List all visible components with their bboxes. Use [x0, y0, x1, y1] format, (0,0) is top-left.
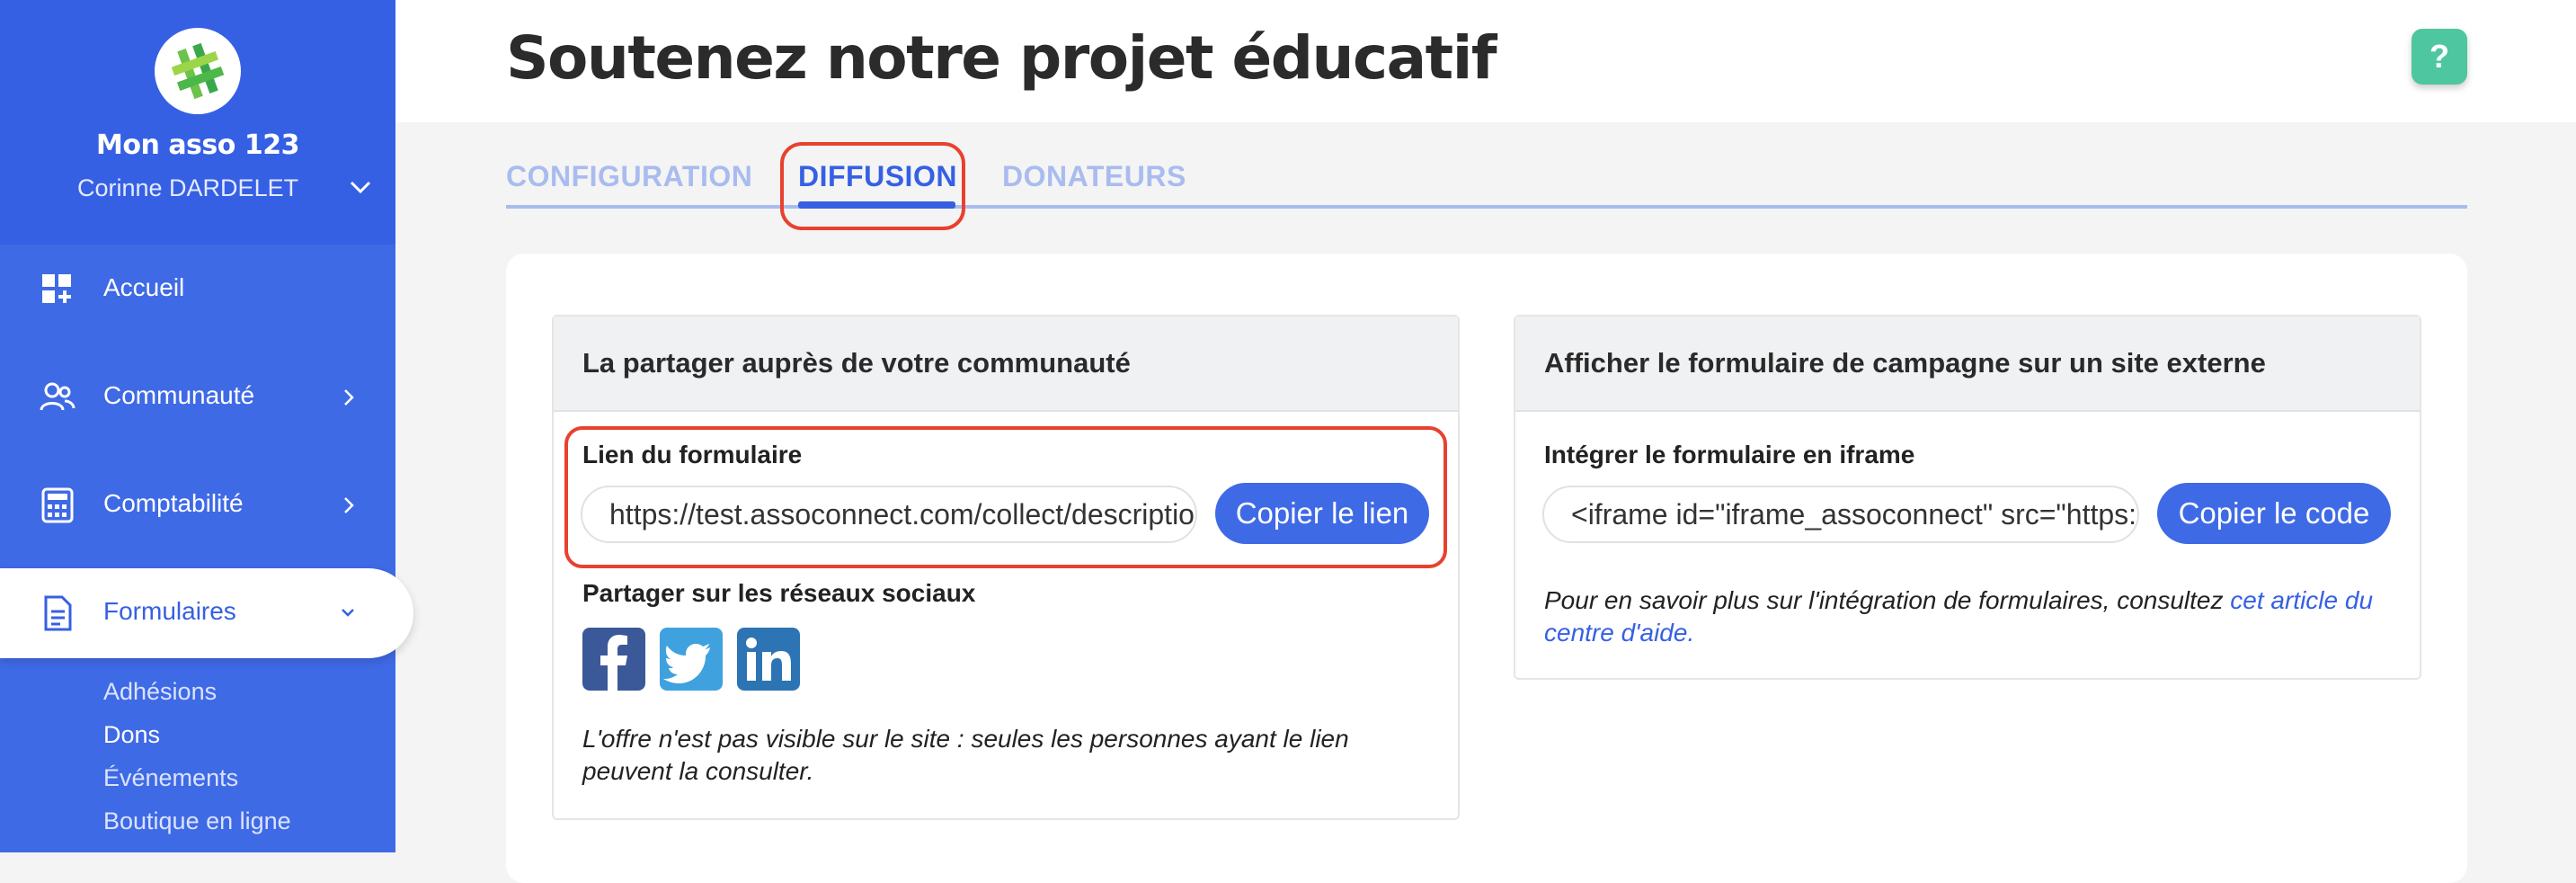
facebook-icon[interactable]	[582, 628, 645, 691]
card-header: La partager auprès de votre communauté	[554, 317, 1458, 412]
tab-highlight-annotation	[780, 142, 965, 230]
sidebar-item-communaute[interactable]: Communauté	[0, 352, 395, 442]
calculator-icon	[41, 487, 74, 523]
sidebar-item-label: Communauté	[103, 381, 255, 409]
chevron-down-icon	[342, 609, 354, 617]
note-suffix: .	[1687, 619, 1695, 647]
card-title: Afficher le formulaire de campagne sur u…	[1544, 347, 2266, 379]
organization-name: Mon asso 123	[96, 129, 299, 161]
help-button[interactable]: ?	[2412, 29, 2467, 85]
card-header: Afficher le formulaire de campagne sur u…	[1515, 317, 2420, 412]
iframe-help-note: Pour en savoir plus sur l'intégration de…	[1544, 584, 2389, 649]
tab-donateurs[interactable]: DONATEURS	[1002, 160, 1186, 193]
sidebar: Mon asso 123 Corinne DARDELET Accueil Co…	[0, 0, 413, 852]
chevron-right-icon	[344, 497, 354, 513]
sub-item-dons[interactable]: Dons	[103, 721, 160, 749]
dashboard-icon	[42, 274, 71, 303]
chevron-right-icon	[344, 389, 354, 406]
user-name[interactable]: Corinne DARDELET	[77, 174, 298, 202]
sidebar-item-formulaires[interactable]: Formulaires	[0, 568, 413, 658]
iframe-code-input[interactable]: <iframe id="iframe_assoconnect" src="htt…	[1542, 486, 2139, 543]
card-title: La partager auprès de votre communauté	[582, 347, 1131, 379]
link-highlight-annotation	[564, 426, 1447, 568]
sidebar-item-label: Comptabilité	[103, 489, 244, 517]
linkedin-icon[interactable]	[737, 628, 800, 691]
iframe-label: Intégrer le formulaire en iframe	[1544, 441, 1915, 468]
chevron-down-icon[interactable]	[349, 178, 372, 196]
sidebar-item-comptabilite[interactable]: Comptabilité	[0, 460, 395, 550]
page-title: Soutenez notre projet éducatif	[506, 23, 1497, 93]
document-icon	[44, 595, 72, 631]
organization-logo[interactable]	[155, 28, 241, 114]
sidebar-item-label: Accueil	[103, 273, 185, 301]
sidebar-header: Mon asso 123 Corinne DARDELET	[0, 0, 395, 245]
note-text: Pour en savoir plus sur l'intégration de…	[1544, 586, 2231, 614]
sub-item-adhesions[interactable]: Adhésions	[103, 678, 217, 706]
sub-item-boutique[interactable]: Boutique en ligne	[103, 807, 291, 835]
tab-configuration[interactable]: CONFIGURATION	[506, 160, 752, 193]
sidebar-item-accueil[interactable]: Accueil	[0, 245, 395, 334]
copy-code-button[interactable]: Copier le code	[2157, 483, 2391, 544]
sidebar-item-label: Formulaires	[103, 597, 236, 625]
sub-item-evenements[interactable]: Événements	[103, 764, 238, 792]
visibility-note: L'offre n'est pas visible sur le site : …	[582, 725, 1349, 785]
people-icon	[40, 382, 76, 411]
social-label: Partager sur les réseaux sociaux	[582, 579, 976, 607]
twitter-icon[interactable]	[660, 628, 723, 691]
